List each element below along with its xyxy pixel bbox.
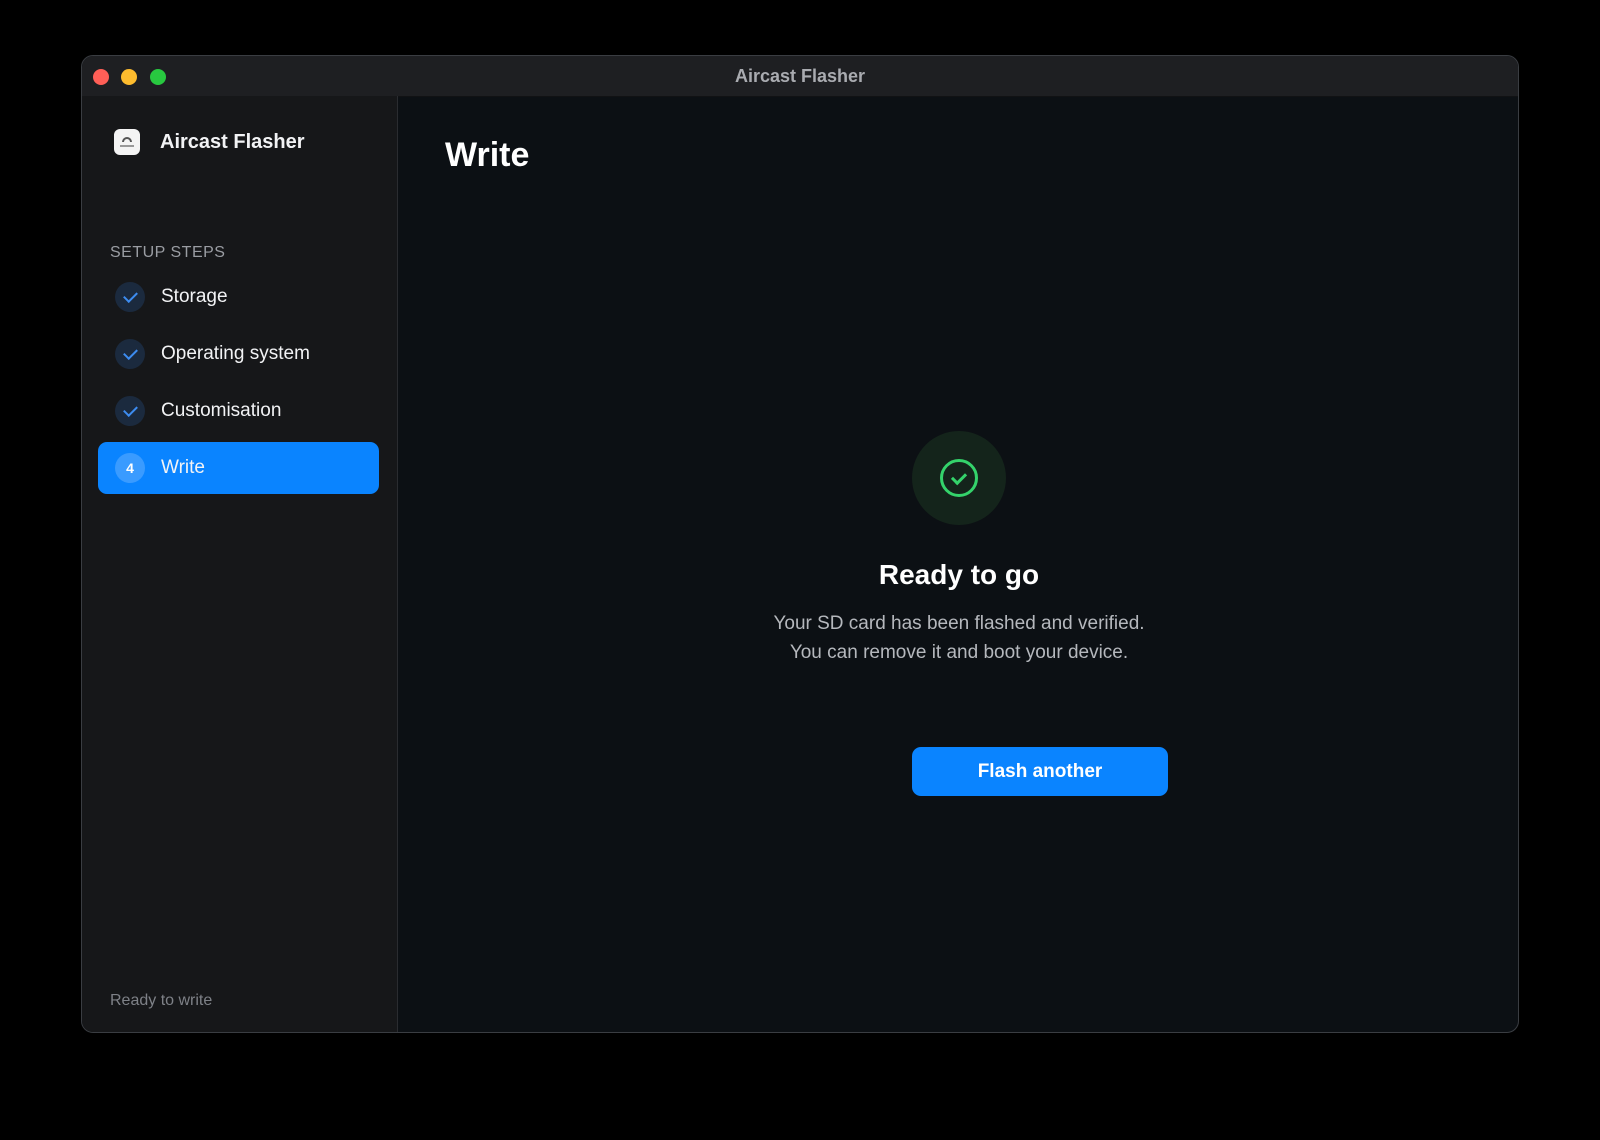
check-circle-icon [940, 459, 978, 497]
result-message-line: You can remove it and boot your device. [789, 642, 1129, 663]
check-icon [122, 288, 138, 304]
step-operating-system[interactable]: Operating system [98, 328, 379, 380]
check-icon [122, 345, 138, 361]
step-label: Operating system [161, 343, 310, 364]
step-completed-badge [115, 396, 145, 426]
setup-steps-heading: SETUP STEPS [110, 244, 226, 261]
app-name: Aircast Flasher [160, 130, 305, 153]
success-indicator [912, 431, 1006, 525]
page-title: Write [445, 136, 530, 174]
window-title: Aircast Flasher [734, 66, 866, 86]
flash-another-button[interactable]: Flash another [912, 747, 1168, 796]
main-content: Write Ready to go Your SD card has been … [397, 96, 1518, 1032]
app-logo-icon [114, 129, 140, 155]
step-label: Storage [161, 286, 228, 307]
step-write[interactable]: 4 Write [98, 442, 379, 494]
result-message: Your SD card has been flashed and verifi… [397, 609, 1518, 667]
step-number-badge: 4 [115, 453, 145, 483]
step-completed-badge [115, 282, 145, 312]
app-window: Aircast Flasher Aircast Flasher SETUP ST… [81, 55, 1519, 1033]
step-label: Write [161, 457, 205, 478]
result-message-line: Your SD card has been flashed and verifi… [773, 613, 1145, 634]
step-completed-badge [115, 339, 145, 369]
step-customisation[interactable]: Customisation [98, 385, 379, 437]
title-bar[interactable]: Aircast Flasher [82, 56, 1518, 97]
status-text: Ready to write [110, 992, 213, 1009]
step-label: Customisation [161, 400, 282, 421]
sidebar-brand: Aircast Flasher [114, 128, 305, 156]
step-storage[interactable]: Storage [98, 271, 379, 323]
sidebar: Aircast Flasher SETUP STEPS Storage Oper… [82, 96, 398, 1032]
check-icon [122, 402, 138, 418]
setup-steps-list: Storage Operating system Customisation 4… [98, 271, 379, 499]
result-title: Ready to go [878, 559, 1040, 590]
